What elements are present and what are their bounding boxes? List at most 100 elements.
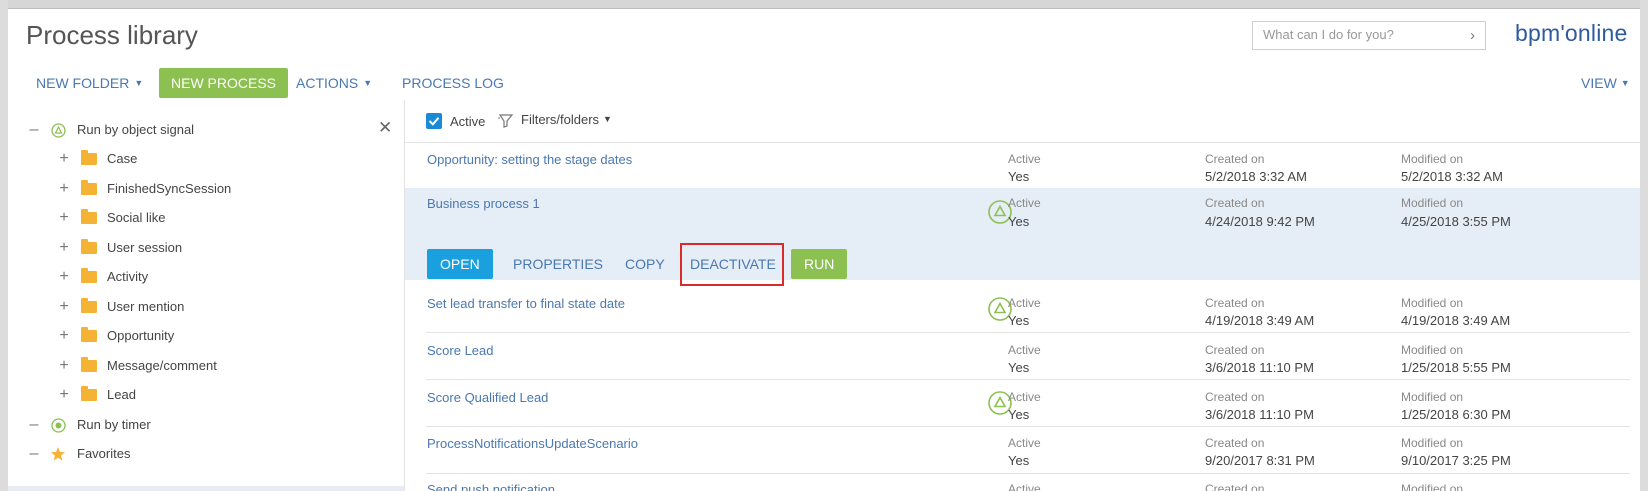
- search-input[interactable]: [1253, 22, 1453, 47]
- actions-label: ACTIONS: [296, 75, 359, 91]
- filters-folders-button[interactable]: Filters/folders ▼: [521, 112, 612, 127]
- created-value: 3/6/2018 11:10 PM: [1205, 360, 1314, 375]
- collapse-icon[interactable]: –: [27, 440, 41, 468]
- modified-column-label: Modified on: [1401, 436, 1464, 450]
- new-folder-label: NEW FOLDER: [36, 75, 130, 91]
- created-column-label: Created on: [1205, 152, 1265, 166]
- actions-button[interactable]: ACTIONS ▼: [296, 68, 372, 98]
- expand-icon[interactable]: +: [57, 175, 71, 203]
- process-name-link[interactable]: Opportunity: setting the stage dates: [427, 152, 632, 167]
- created-column-label: Created on: [1205, 196, 1265, 210]
- tree-item-label: Lead: [107, 387, 136, 402]
- process-name-link[interactable]: Score Qualified Lead: [427, 390, 548, 405]
- caret-down-icon: ▼: [363, 78, 373, 88]
- table-row[interactable]: Score Lead Active Yes Created on 3/6/201…: [405, 333, 1640, 378]
- active-value: Yes: [1008, 169, 1030, 184]
- modified-value: 4/19/2018 3:49 AM: [1401, 313, 1511, 328]
- expand-icon[interactable]: +: [57, 381, 71, 409]
- process-name-link[interactable]: Set lead transfer to final state date: [427, 296, 625, 311]
- created-column-label: Created on: [1205, 390, 1265, 404]
- active-value: Yes: [1008, 313, 1030, 328]
- active-value: Yes: [1008, 407, 1030, 422]
- tree-item-label: User session: [107, 240, 183, 255]
- active-column-label: Active: [1008, 152, 1041, 166]
- collapse-icon[interactable]: –: [27, 411, 41, 439]
- expand-icon[interactable]: +: [57, 204, 71, 232]
- close-icon[interactable]: ✕: [378, 118, 392, 138]
- active-filter-label: Active: [450, 114, 486, 129]
- star-icon: [51, 447, 65, 461]
- process-name-link[interactable]: Score Lead: [427, 343, 494, 358]
- created-value: 4/19/2018 3:49 AM: [1205, 313, 1315, 328]
- view-label: VIEW: [1581, 75, 1617, 91]
- modified-column-label: Modified on: [1401, 152, 1464, 166]
- folder-icon: [81, 180, 97, 195]
- chevron-right-icon[interactable]: ›: [1470, 27, 1475, 44]
- created-column-label: Created on: [1205, 482, 1265, 491]
- folder-icon: [81, 150, 97, 165]
- properties-button[interactable]: PROPERTIES: [500, 249, 616, 279]
- expand-icon[interactable]: +: [57, 263, 71, 291]
- view-button[interactable]: VIEW ▼: [1581, 68, 1630, 98]
- created-column-label: Created on: [1205, 296, 1265, 310]
- modified-value: 1/25/2018 6:30 PM: [1401, 407, 1511, 422]
- table-row[interactable]: Score Qualified Lead Active Yes Created …: [405, 380, 1640, 425]
- command-search[interactable]: ›: [1252, 21, 1486, 50]
- table-row[interactable]: Send push notification Active Created on…: [405, 474, 1640, 491]
- active-value: Yes: [1008, 360, 1030, 375]
- caret-down-icon: ▼: [134, 78, 144, 88]
- window-top-border: [0, 0, 1648, 9]
- active-column-label: Active: [1008, 390, 1041, 404]
- table-row[interactable]: Opportunity: setting the stage dates Act…: [405, 143, 1640, 188]
- open-button[interactable]: OPEN: [427, 249, 493, 279]
- signal-icon: [51, 123, 66, 138]
- tree-item-label: Run by object signal: [77, 122, 195, 137]
- expand-icon[interactable]: +: [57, 293, 71, 321]
- page-title: Process library: [26, 20, 198, 50]
- new-folder-button[interactable]: NEW FOLDER ▼: [36, 68, 143, 98]
- active-column-label: Active: [1008, 296, 1041, 310]
- deactivate-highlight-box: [680, 243, 784, 286]
- modified-value: 1/25/2018 5:55 PM: [1401, 360, 1511, 375]
- window-left-border: [0, 0, 8, 491]
- folder-icon: [81, 239, 97, 254]
- active-value: Yes: [1008, 453, 1030, 468]
- brand-logo: bpm'online: [1515, 20, 1628, 46]
- new-process-button[interactable]: NEW PROCESS: [159, 68, 289, 98]
- filters-folders-label: Filters/folders: [521, 112, 600, 127]
- tree-item-label: Opportunity: [107, 328, 175, 343]
- table-row[interactable]: Set lead transfer to final state date Ac…: [405, 283, 1640, 328]
- folder-icon: [81, 357, 97, 372]
- expand-icon[interactable]: +: [57, 145, 71, 173]
- collapse-icon[interactable]: –: [27, 116, 41, 144]
- process-name-link[interactable]: ProcessNotificationsUpdateScenario: [427, 436, 638, 451]
- tree-item-label: Activity: [107, 269, 149, 284]
- table-row[interactable]: ProcessNotificationsUpdateScenario Activ…: [405, 427, 1640, 472]
- process-name-link[interactable]: Send push notification: [427, 482, 555, 491]
- sidebar-footer-strip: [8, 486, 404, 491]
- created-value: 4/24/2018 9:42 PM: [1205, 214, 1315, 229]
- folder-icon: [81, 327, 97, 342]
- expand-icon[interactable]: +: [57, 234, 71, 262]
- active-column-label: Active: [1008, 436, 1041, 450]
- process-name-link[interactable]: Business process 1: [427, 196, 540, 211]
- tree-item-label: FinishedSyncSession: [107, 181, 232, 196]
- expand-icon[interactable]: +: [57, 352, 71, 380]
- copy-button[interactable]: COPY: [612, 249, 678, 279]
- tree-item-label: Favorites: [77, 446, 131, 461]
- expand-icon[interactable]: +: [57, 322, 71, 350]
- created-column-label: Created on: [1205, 436, 1265, 450]
- modified-column-label: Modified on: [1401, 196, 1464, 210]
- process-log-button[interactable]: PROCESS LOG: [402, 68, 504, 98]
- window-right-border: [1640, 0, 1648, 491]
- run-button[interactable]: RUN: [791, 249, 848, 279]
- caret-down-icon: ▼: [1620, 78, 1630, 88]
- folder-icon: [81, 209, 97, 224]
- active-checkbox[interactable]: [426, 113, 442, 129]
- active-column-label: Active: [1008, 343, 1041, 357]
- timer-icon: [51, 418, 66, 433]
- modified-value: 4/25/2018 3:55 PM: [1401, 214, 1511, 229]
- active-column-label: Active: [1008, 196, 1041, 210]
- created-value: 9/20/2017 8:31 PM: [1205, 453, 1315, 468]
- filter-icon[interactable]: [497, 113, 515, 129]
